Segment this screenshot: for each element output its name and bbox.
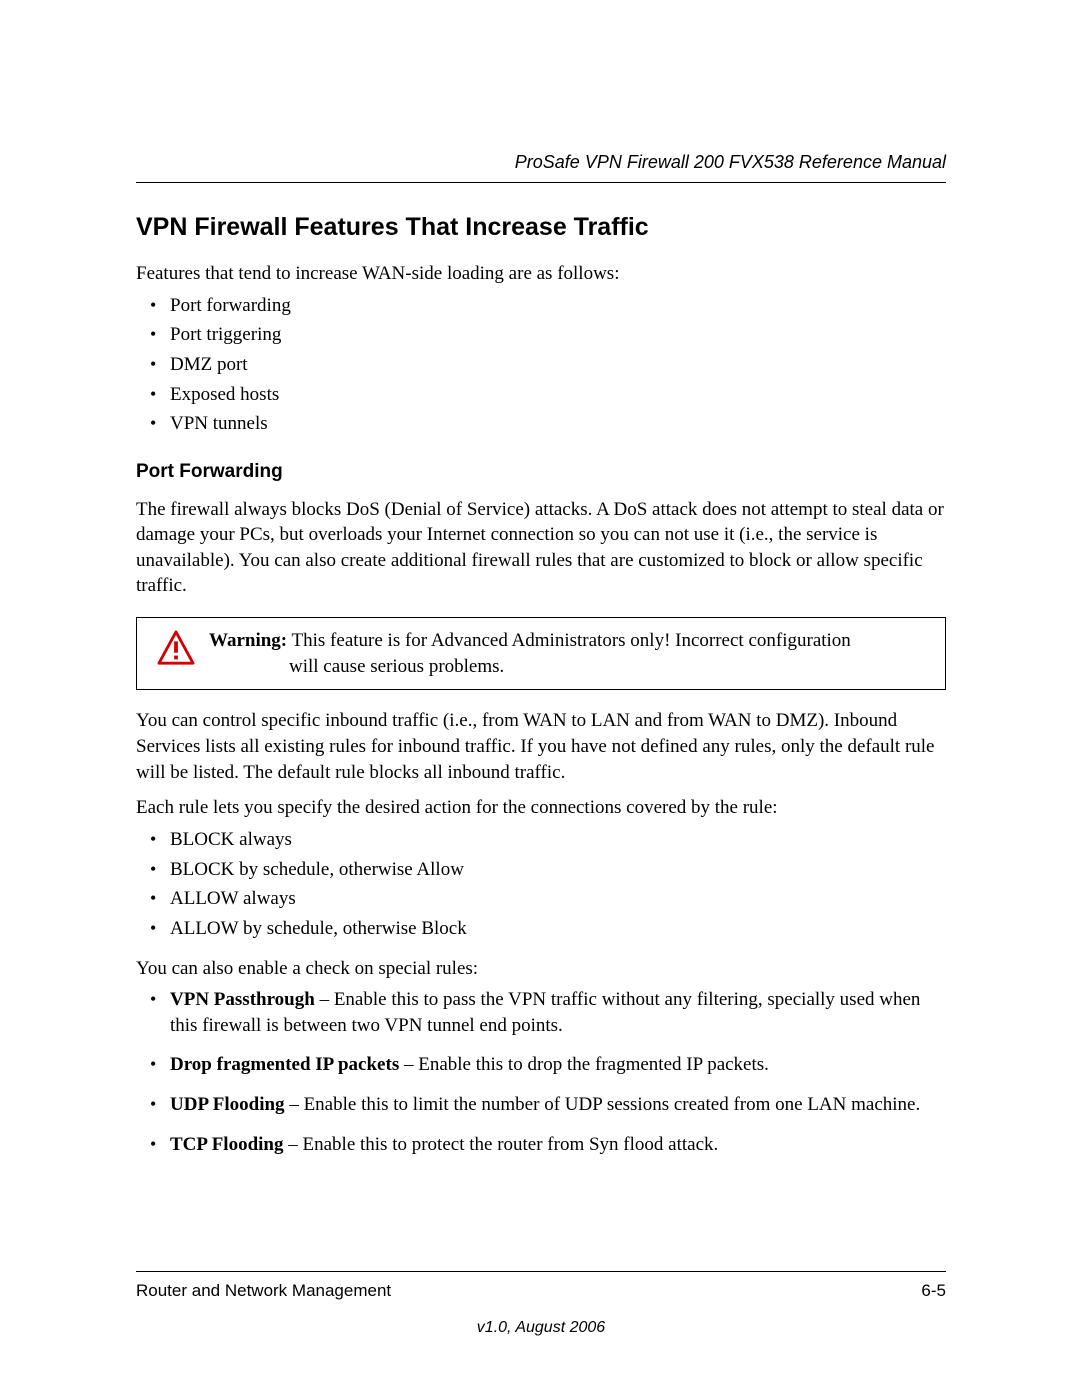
list-item: TCP Flooding – Enable this to protect th… [136, 1132, 946, 1158]
special-rules-intro: You can also enable a check on special r… [136, 956, 946, 982]
list-item: Port triggering [136, 322, 946, 348]
running-head: ProSafe VPN Firewall 200 FVX538 Referenc… [136, 150, 946, 183]
intro-paragraph: Features that tend to increase WAN-side … [136, 261, 946, 287]
list-item: VPN Passthrough – Enable this to pass th… [136, 987, 946, 1038]
list-item: VPN tunnels [136, 411, 946, 437]
rule-intro-paragraph: Each rule lets you specify the desired a… [136, 795, 946, 821]
rule-name: Drop fragmented IP packets [170, 1054, 399, 1075]
inbound-traffic-paragraph: You can control specific inbound traffic… [136, 708, 946, 785]
list-item: ALLOW by schedule, otherwise Block [136, 916, 946, 942]
warning-label: Warning: [209, 630, 287, 651]
list-item: UDP Flooding – Enable this to limit the … [136, 1092, 946, 1118]
footer-rule [136, 1271, 946, 1272]
warning-line2: will cause serious problems. [209, 654, 929, 680]
rule-name: VPN Passthrough [170, 989, 315, 1010]
rule-desc: – Enable this to drop the fragmented IP … [399, 1054, 769, 1075]
special-rules-list: VPN Passthrough – Enable this to pass th… [136, 987, 946, 1157]
rule-name: TCP Flooding [170, 1134, 284, 1155]
list-item: DMZ port [136, 352, 946, 378]
page-number: 6-5 [921, 1280, 946, 1303]
list-item: Drop fragmented IP packets – Enable this… [136, 1052, 946, 1078]
feature-list: Port forwarding Port triggering DMZ port… [136, 293, 946, 437]
list-item: Port forwarding [136, 293, 946, 319]
rule-desc: – Enable this to protect the router from… [284, 1134, 719, 1155]
rule-desc: – Enable this to limit the number of UDP… [285, 1094, 921, 1115]
list-item: ALLOW always [136, 886, 946, 912]
subheading-port-forwarding: Port Forwarding [136, 459, 946, 485]
footer-section-title: Router and Network Management [136, 1280, 391, 1303]
rule-actions-list: BLOCK always BLOCK by schedule, otherwis… [136, 827, 946, 942]
port-forwarding-paragraph: The firewall always blocks DoS (Denial o… [136, 497, 946, 600]
page-footer: Router and Network Management 6-5 v1.0, … [136, 1271, 946, 1339]
list-item: BLOCK by schedule, otherwise Allow [136, 857, 946, 883]
warning-line1: This feature is for Advanced Administrat… [287, 630, 851, 651]
warning-box: Warning: This feature is for Advanced Ad… [136, 617, 946, 690]
footer-version: v1.0, August 2006 [136, 1317, 946, 1339]
section-title: VPN Firewall Features That Increase Traf… [136, 211, 946, 245]
rule-name: UDP Flooding [170, 1094, 285, 1115]
warning-text: Warning: This feature is for Advanced Ad… [205, 628, 929, 679]
list-item: Exposed hosts [136, 382, 946, 408]
list-item: BLOCK always [136, 827, 946, 853]
document-page: ProSafe VPN Firewall 200 FVX538 Referenc… [0, 0, 1080, 1397]
warning-icon [147, 628, 205, 674]
